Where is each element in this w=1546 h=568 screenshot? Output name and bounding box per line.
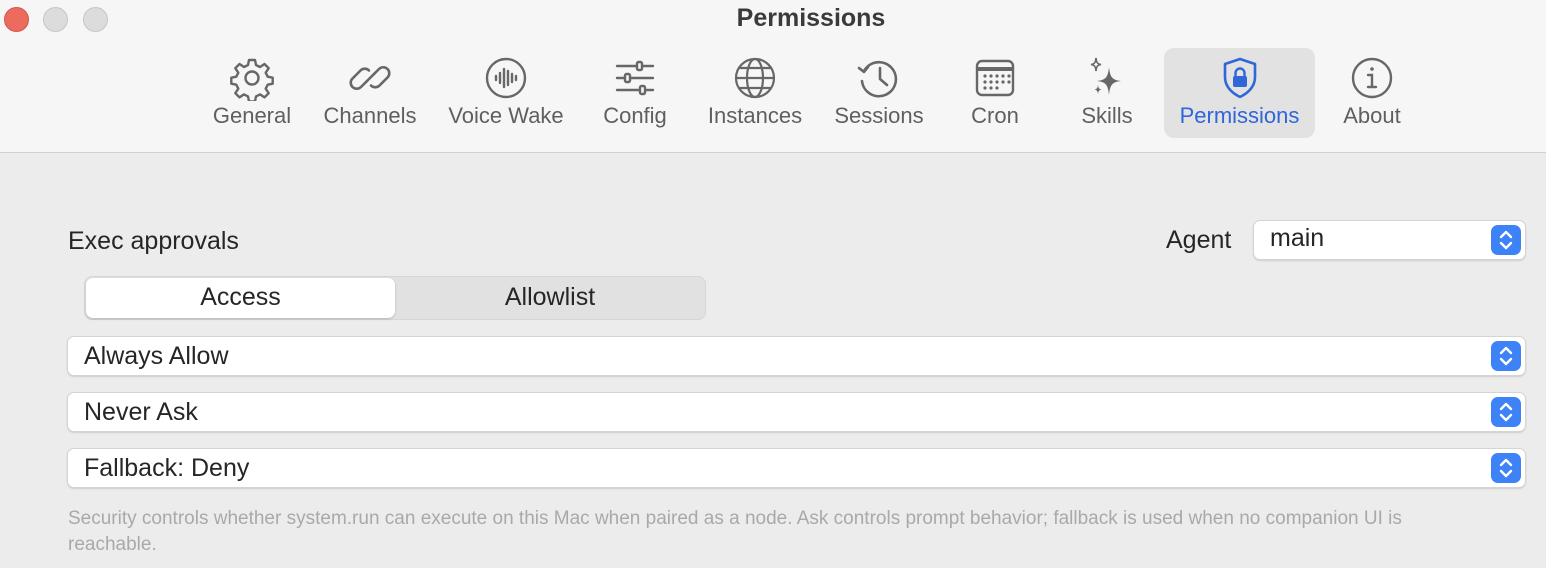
tab-skills[interactable]: Skills <box>1067 48 1147 138</box>
ask-select[interactable]: Never Ask <box>67 392 1526 432</box>
calendar-icon <box>972 55 1018 101</box>
tab-label: General <box>212 103 292 128</box>
chevron-up-down-icon <box>1491 397 1521 427</box>
tab-label: Sessions <box>834 103 924 128</box>
tab-general[interactable]: General <box>202 48 302 138</box>
security-select[interactable]: Always Allow <box>67 336 1526 376</box>
fallback-select-value: Fallback: Deny <box>84 454 250 482</box>
tab-label: Skills <box>1081 103 1133 128</box>
info-icon <box>1349 55 1395 101</box>
tab-label: Config <box>603 103 667 128</box>
help-text: Security controls whether system.run can… <box>68 508 1402 555</box>
tab-label: Voice Wake <box>448 103 564 128</box>
tab-label: Instances <box>707 103 803 128</box>
tab-about[interactable]: About <box>1330 48 1414 138</box>
security-select-value: Always Allow <box>84 342 229 370</box>
waveform-icon <box>483 55 529 101</box>
tab-voice-wake[interactable]: Voice Wake <box>440 48 572 138</box>
chevron-up-down-icon <box>1491 225 1521 255</box>
tab-cron[interactable]: Cron <box>955 48 1035 138</box>
chevron-up-down-icon <box>1491 453 1521 483</box>
section-title: Exec approvals <box>68 227 239 255</box>
tab-label: About <box>1343 103 1401 128</box>
tab-permissions[interactable]: Permissions <box>1164 48 1315 138</box>
gear-icon <box>229 55 275 101</box>
tab-label: Permissions <box>1179 103 1300 128</box>
window-title: Permissions <box>736 4 886 32</box>
agent-label: Agent <box>1166 226 1232 254</box>
tab-label: Cron <box>971 103 1019 128</box>
history-clock-icon <box>856 55 902 101</box>
tab-label: Channels <box>323 103 417 128</box>
access-allowlist-segmented-control: Access Allowlist <box>84 276 706 320</box>
tab-channels[interactable]: Channels <box>315 48 425 138</box>
segment-allowlist[interactable]: Allowlist <box>395 278 705 318</box>
sliders-icon <box>612 55 658 101</box>
chevron-up-down-icon <box>1491 341 1521 371</box>
shield-lock-icon <box>1217 55 1263 101</box>
toolbar: Permissions General Channels Voice Wake … <box>0 0 1546 153</box>
ask-select-value: Never Ask <box>84 398 198 426</box>
segment-access[interactable]: Access <box>86 278 395 318</box>
link-icon <box>347 55 393 101</box>
globe-icon <box>732 55 778 101</box>
tab-instances[interactable]: Instances <box>697 48 813 138</box>
tab-config[interactable]: Config <box>590 48 680 138</box>
settings-window: Permissions General Channels Voice Wake … <box>0 0 1546 568</box>
fallback-select[interactable]: Fallback: Deny <box>67 448 1526 488</box>
agent-select[interactable]: main <box>1253 220 1526 260</box>
tab-sessions[interactable]: Sessions <box>826 48 932 138</box>
agent-select-value: main <box>1270 224 1325 252</box>
sparkles-icon <box>1084 55 1130 101</box>
